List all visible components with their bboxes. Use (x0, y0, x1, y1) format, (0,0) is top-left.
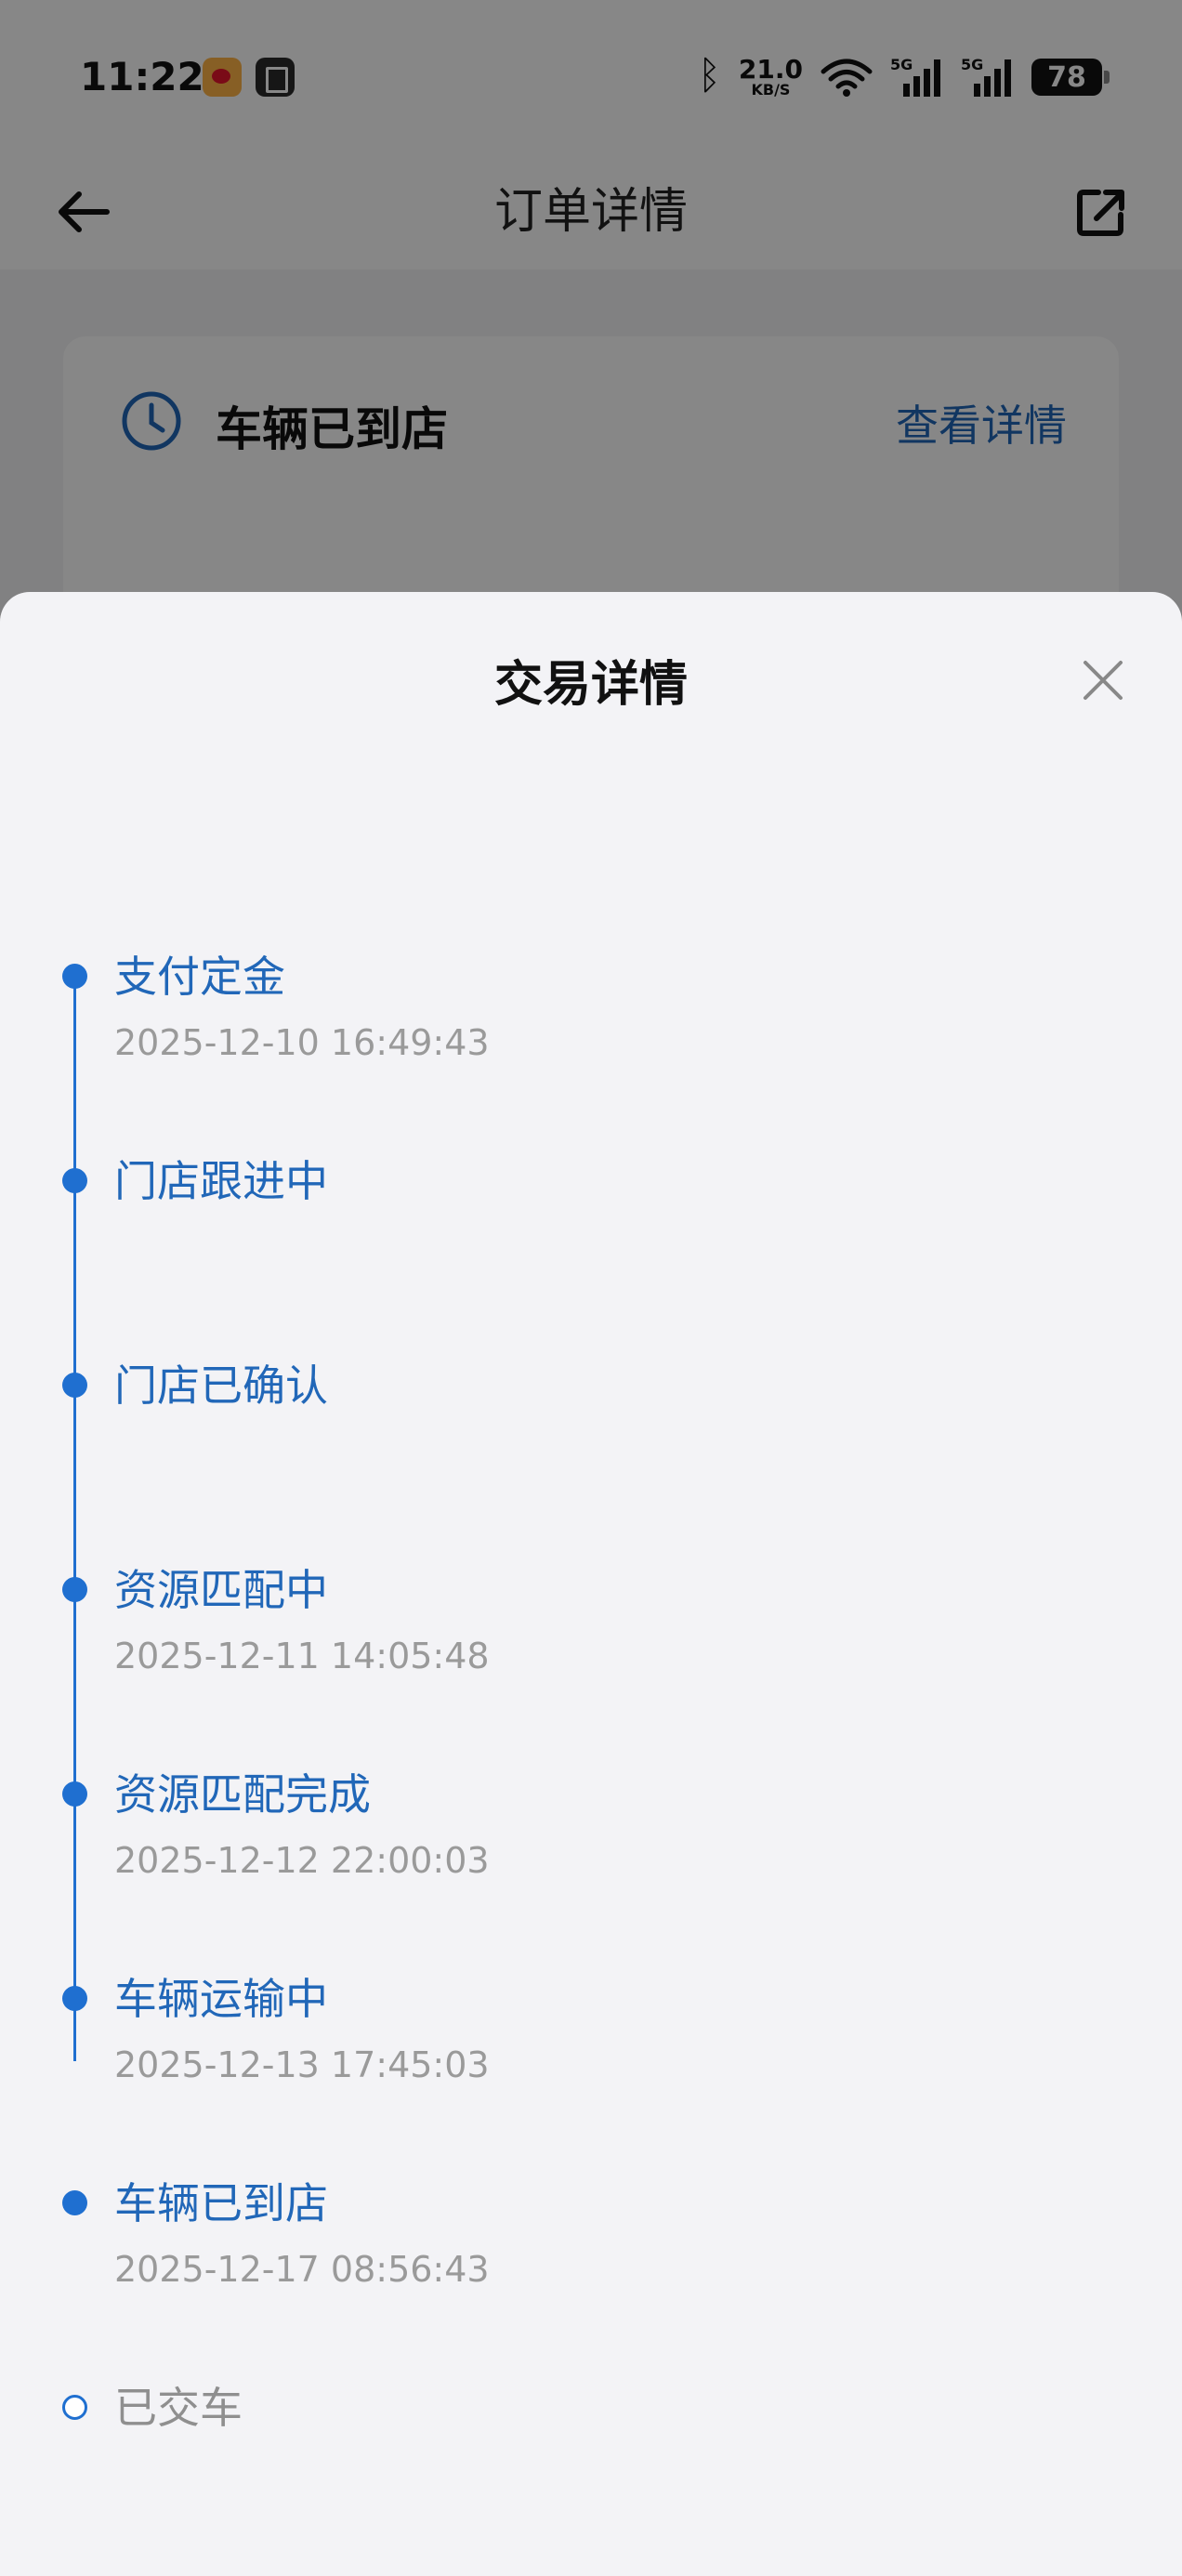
timeline-dot (62, 1577, 87, 1602)
timeline-step-time: 2025-12-11 14:05:48 (114, 1636, 490, 1676)
timeline-step-title: 资源匹配中 (114, 1565, 328, 1615)
timeline-step-time: 2025-12-17 08:56:43 (114, 2249, 490, 2290)
timeline-step-title: 门店跟进中 (114, 1156, 328, 1206)
timeline-dot (62, 1986, 87, 2011)
timeline-step-title: 支付定金 (114, 952, 285, 1002)
timeline-step-title: 车辆已到店 (114, 2178, 328, 2228)
timeline-step-time: 2025-12-13 17:45:03 (114, 2044, 490, 2085)
timeline-step-title: 车辆运输中 (114, 1974, 328, 2024)
timeline-dot (62, 964, 87, 989)
sheet-title: 交易详情 (493, 657, 688, 713)
transaction-detail-sheet: 交易详情 支付定金 2025-12-10 16:49:43 门店跟进中 门店已确… (0, 592, 1182, 2576)
timeline-dot (62, 1373, 87, 1398)
timeline-dot (62, 1781, 87, 1807)
timeline-step-title: 已交车 (114, 2383, 243, 2433)
timeline-step-title: 门店已确认 (114, 1360, 328, 1411)
close-icon[interactable] (1080, 657, 1126, 703)
timeline-line (73, 970, 76, 2061)
timeline-step-title: 资源匹配完成 (114, 1769, 371, 1820)
timeline-dot-pending (62, 2395, 87, 2420)
timeline-dot (62, 1168, 87, 1193)
timeline-step-time: 2025-12-12 22:00:03 (114, 1840, 490, 1881)
timeline-step-time: 2025-12-10 16:49:43 (114, 1022, 490, 1063)
timeline-dot (62, 2190, 87, 2215)
